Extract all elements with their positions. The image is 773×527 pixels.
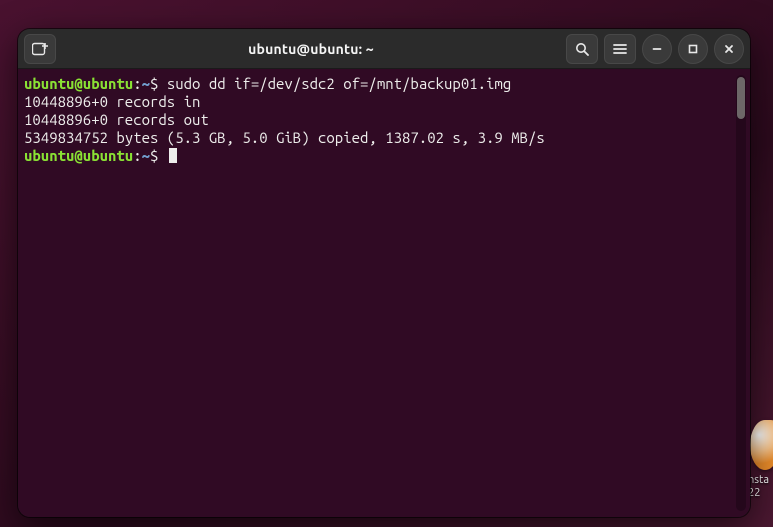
- menu-button[interactable]: [604, 34, 636, 64]
- prompt-path: ~: [142, 147, 150, 164]
- prompt-sigil: $: [150, 75, 158, 92]
- cd-icon: [750, 420, 773, 470]
- new-tab-button[interactable]: [24, 34, 56, 64]
- command-text: sudo dd if=/dev/sdc2 of=/mnt/backup01.im…: [167, 75, 511, 92]
- close-button[interactable]: [714, 34, 744, 64]
- minimize-icon: [651, 43, 663, 55]
- prompt-sigil: $: [150, 147, 158, 164]
- prompt-sep: :: [133, 75, 141, 92]
- scrollbar[interactable]: [736, 75, 746, 511]
- search-button[interactable]: [566, 34, 598, 64]
- maximize-icon: [687, 43, 699, 55]
- maximize-button[interactable]: [678, 34, 708, 64]
- output-line: 10448896+0 records out: [24, 111, 209, 128]
- prompt-sep: :: [133, 147, 141, 164]
- output-line: 10448896+0 records in: [24, 93, 200, 110]
- titlebar: ubuntu@ubuntu: ~: [18, 29, 750, 69]
- prompt-userhost: ubuntu@ubuntu: [24, 75, 133, 92]
- minimize-button[interactable]: [642, 34, 672, 64]
- search-icon: [575, 42, 589, 56]
- prompt-userhost: ubuntu@ubuntu: [24, 147, 133, 164]
- terminal-window: ubuntu@ubuntu: ~: [18, 29, 750, 517]
- desktop-icon-label: nsta 22: [748, 474, 773, 500]
- close-icon: [723, 43, 735, 55]
- cursor: [169, 148, 177, 163]
- hamburger-icon: [613, 43, 627, 55]
- terminal-body[interactable]: ubuntu@ubuntu:~$ sudo dd if=/dev/sdc2 of…: [18, 69, 750, 517]
- prompt-path: ~: [142, 75, 150, 92]
- terminal-output: ubuntu@ubuntu:~$ sudo dd if=/dev/sdc2 of…: [24, 75, 732, 511]
- desktop-install-icon: nsta 22: [748, 420, 773, 510]
- scrollbar-thumb[interactable]: [737, 77, 745, 119]
- output-line: 5349834752 bytes (5.3 GB, 5.0 GiB) copie…: [24, 129, 545, 146]
- window-title: ubuntu@ubuntu: ~: [56, 41, 566, 57]
- new-tab-icon: [32, 42, 48, 56]
